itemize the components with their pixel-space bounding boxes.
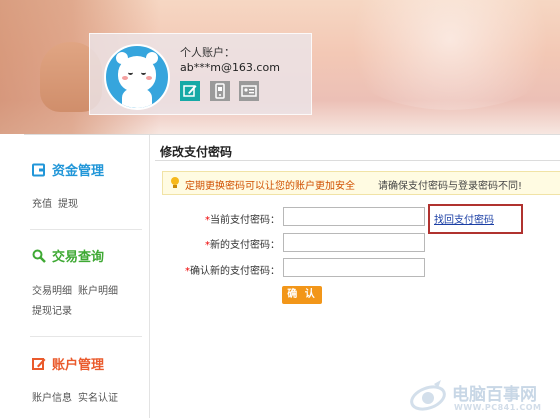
header-banner: 个人账户： ab***m@163.com	[0, 0, 560, 134]
title-divider	[155, 160, 560, 161]
account-label: 个人账户：	[180, 46, 235, 59]
page-title: 修改支付密码	[160, 145, 233, 159]
avatar-eye-right	[141, 70, 146, 75]
avatar-blush-right	[146, 76, 152, 80]
sidebar-link-account-info[interactable]: 账户信息	[32, 393, 72, 404]
retrieve-password-link[interactable]: 找回支付密码	[434, 211, 494, 226]
avatar-face	[118, 56, 156, 92]
sidebar-section-label: 资金管理	[52, 164, 105, 179]
phone-icon[interactable]	[209, 81, 230, 101]
sidebar-link-trade-detail[interactable]: 交易明细	[32, 286, 72, 297]
watermark-url: WWW.PC841.COM	[454, 403, 542, 412]
lightbulb-icon	[169, 176, 181, 192]
sidebar-link-real-name[interactable]: 实名认证	[78, 393, 118, 404]
watermark: 电脑百事网 WWW.PC841.COM	[408, 376, 560, 418]
account-email: ab***m@163.com	[180, 61, 280, 74]
confirm-password-input[interactable]	[283, 258, 425, 277]
current-password-input[interactable]	[283, 207, 425, 226]
sidebar-section-account[interactable]: 账户管理	[32, 354, 104, 373]
field-label: 确认新的支付密码：	[190, 266, 280, 277]
sidebar-divider	[30, 229, 142, 230]
sidebar: 资金管理 充值 提现 交易查询 交易明细 账户明细 提现记录 账户管理 账户信息 实名…	[24, 135, 150, 418]
sidebar-section-transactions[interactable]: 交易查询	[32, 246, 104, 265]
sidebar-links-transactions-2: 提现记录	[32, 302, 78, 317]
account-icons	[180, 81, 265, 101]
sidebar-link-recharge[interactable]: 充值	[32, 199, 52, 210]
sidebar-link-account-detail[interactable]: 账户明细	[78, 286, 118, 297]
new-password-input[interactable]	[283, 233, 425, 252]
avatar-eye-left	[128, 70, 133, 75]
confirm-button[interactable]: 确 认	[282, 286, 322, 304]
watermark-logo-icon	[408, 378, 448, 414]
confirm-password-label: *确认新的支付密码：	[160, 262, 280, 277]
sidebar-links-funds: 充值 提现	[32, 195, 84, 210]
current-password-label: *当前支付密码：	[160, 211, 280, 226]
avatar-blush-left	[122, 76, 128, 80]
edit-icon	[32, 357, 46, 371]
sidebar-links-transactions: 交易明细 账户明细	[32, 282, 124, 297]
edit-icon[interactable]	[180, 81, 200, 101]
search-icon	[32, 249, 46, 263]
sidebar-section-funds[interactable]: 资金管理	[32, 160, 104, 179]
field-label: 新的支付密码：	[210, 240, 280, 251]
avatar-body	[122, 88, 152, 108]
sidebar-section-label: 交易查询	[52, 250, 105, 265]
account-card: 个人账户： ab***m@163.com	[89, 33, 312, 115]
wallet-icon	[32, 163, 46, 177]
watermark-name: 电脑百事网	[452, 385, 537, 405]
field-label: 当前支付密码：	[210, 215, 280, 226]
sidebar-link-withdraw[interactable]: 提现	[58, 199, 78, 210]
sidebar-section-label: 账户管理	[52, 358, 105, 373]
tip-warning: 定期更换密码可以让您的账户更加安全	[185, 181, 355, 192]
sidebar-divider	[30, 336, 142, 337]
tip-bar: 定期更换密码可以让您的账户更加安全 请确保支付密码与登录密码不同!	[162, 171, 560, 195]
avatar[interactable]	[104, 44, 170, 110]
sidebar-link-withdraw-record[interactable]: 提现记录	[32, 306, 72, 317]
banner-glow	[330, 0, 560, 110]
sidebar-links-account: 账户信息 实名认证	[32, 389, 124, 404]
new-password-label: *新的支付密码：	[160, 236, 280, 251]
tip-note: 请确保支付密码与登录密码不同!	[378, 181, 523, 192]
id-card-icon[interactable]	[239, 81, 259, 101]
